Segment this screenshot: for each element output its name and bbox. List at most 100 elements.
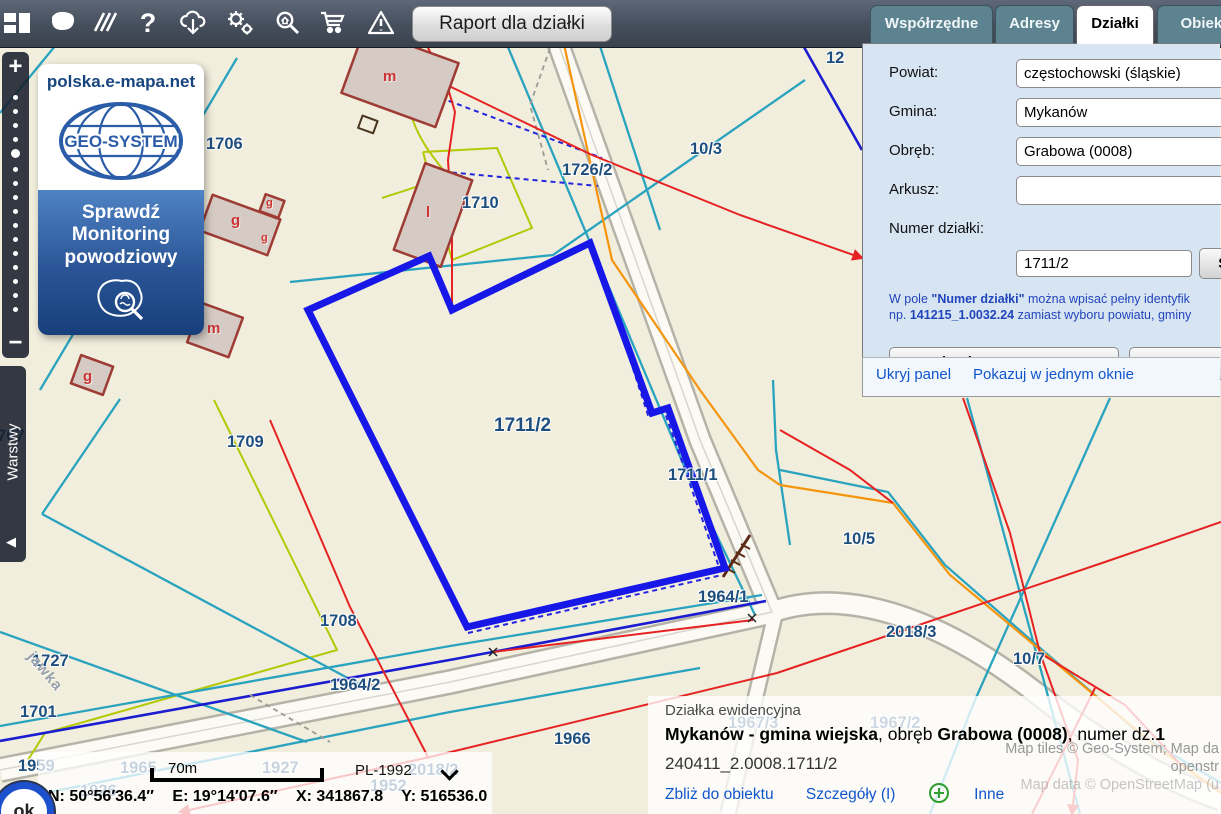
layers-panel-tab[interactable]: Warstwy ◀ <box>0 366 26 562</box>
promo-line-2: Monitoring <box>42 224 200 246</box>
coord-y: Y: 516536.0 <box>401 788 487 805</box>
szukaj-button[interactable]: Szukaj <box>1199 248 1221 279</box>
parcel-id: 240411_2.0008.1711/2 <box>665 754 837 774</box>
promo-line-3: powodziowy <box>42 247 200 269</box>
zoom-level-dot[interactable] <box>13 167 18 172</box>
arkusz-select[interactable] <box>1016 176 1221 205</box>
hide-panel-link[interactable]: Ukryj panel <box>876 366 951 383</box>
poland-magnifier-icon <box>92 277 150 323</box>
coord-x: X: 341867.8 <box>296 788 383 805</box>
obreb-label: Obręb: <box>889 142 935 159</box>
zoom-level-dot[interactable] <box>13 265 18 270</box>
parcel-label-1711/1: 1711/1 <box>668 466 718 485</box>
zoom-level-dot[interactable] <box>13 251 18 256</box>
building-letter-m: m <box>383 68 396 85</box>
zoom-level-dot[interactable] <box>13 195 18 200</box>
search-panel: Współrzędne Adresy Działki Obiekty Powia… <box>862 5 1221 395</box>
cart-icon[interactable] <box>318 8 348 38</box>
zoom-level-dot[interactable] <box>13 181 18 186</box>
parcel-label-1964/1: 1964/1 <box>698 588 748 607</box>
site-name: polska.e-mapa.net <box>38 64 204 94</box>
crs-selector[interactable]: PL-1992 <box>355 762 412 779</box>
parcel-label-1710: 1710 <box>462 194 499 213</box>
flood-monitoring-promo[interactable]: Sprawdź Monitoring powodziowy <box>38 190 204 335</box>
zoom-control: + − <box>2 52 29 358</box>
zoom-slider[interactable] <box>2 86 29 312</box>
building-letter-g: g <box>266 197 273 209</box>
logo-card[interactable]: polska.e-mapa.net GEO-SYSTEM Sprawdź Mon… <box>38 64 204 335</box>
zoom-out-button[interactable]: − <box>2 330 29 356</box>
promo-line-1: Sprawdź <box>42 202 200 224</box>
scale-bar <box>150 768 324 782</box>
details-link[interactable]: Szczegóły (I) <box>806 786 896 803</box>
gmina-select[interactable]: Mykanów <box>1016 98 1221 127</box>
cloud-download-icon[interactable] <box>178 8 208 38</box>
parcel-label-1701: 1701 <box>20 703 57 722</box>
building-letter-g: g <box>231 212 240 229</box>
warning-icon[interactable] <box>366 8 396 38</box>
coord-n: N: 50°56′36.4″ <box>48 788 154 805</box>
arkusz-label: Arkusz: <box>889 181 939 198</box>
building-letter-m: m <box>207 320 220 337</box>
obreb-select[interactable]: Grabowa (0008) <box>1016 137 1221 166</box>
tab-adresy[interactable]: Adresy <box>995 5 1074 44</box>
building-letter-g: g <box>83 368 92 385</box>
collapse-arrow-icon: ◀ <box>6 534 16 550</box>
building-l <box>394 163 472 267</box>
zoom-in-button[interactable]: + <box>2 54 29 80</box>
geoportal-app: 12170617101726/210/31711/21711/117071709… <box>0 0 1221 814</box>
polygon-icon[interactable] <box>48 8 78 38</box>
svg-text:GEO-SYSTEM: GEO-SYSTEM <box>64 132 177 151</box>
powiat-select[interactable]: częstochowski (śląskie) <box>1016 59 1221 88</box>
parcel-label-1964/2: 1964/2 <box>330 676 380 695</box>
layers-label: Warstwy <box>5 424 22 481</box>
zoom-level-dot[interactable] <box>13 307 18 312</box>
map-attribution: Map tiles © Geo-System; Map da openstr M… <box>889 740 1219 794</box>
measure-lines-icon[interactable] <box>91 8 121 38</box>
tab-obiekty[interactable]: Obiekty <box>1157 5 1221 44</box>
numer-dzialki-input[interactable] <box>1016 250 1192 277</box>
zoom-level-current[interactable] <box>11 149 20 158</box>
parcel-info-panel: Działka ewidencyjna Mykanów - gmina wiej… <box>648 696 1221 814</box>
parcel-label-10/7: 10/7 <box>1013 650 1045 669</box>
tab-dzialki[interactable]: Działki <box>1076 5 1154 44</box>
search-location-icon[interactable] <box>272 8 302 38</box>
tab-wspolrzedne[interactable]: Współrzędne <box>870 5 993 44</box>
parcel-label-10/5: 10/5 <box>843 530 875 549</box>
zoom-to-object-link[interactable]: Zbliż do obiektu <box>665 786 774 803</box>
layout-icon[interactable] <box>2 8 32 38</box>
zoom-level-dot[interactable] <box>13 223 18 228</box>
parcel-label-12: 12 <box>826 49 844 68</box>
zoom-level-dot[interactable] <box>13 95 18 100</box>
building-letter-g: g <box>261 232 268 244</box>
zoom-level-dot[interactable] <box>13 237 18 242</box>
parcel-label-10/3: 10/3 <box>690 140 722 159</box>
info-title: Działka ewidencyjna <box>665 702 801 719</box>
panel-footer: Ukryj panel Pokazuj w jednym oknie <box>862 357 1220 397</box>
zoom-level-dot[interactable] <box>13 137 18 142</box>
parcel-label-2018/3: 2018/3 <box>886 623 936 642</box>
zoom-level-dot[interactable] <box>13 109 18 114</box>
settings-gears-icon[interactable] <box>225 8 255 38</box>
gmina-label: Gmina: <box>889 103 937 120</box>
parcel-label-1708: 1708 <box>320 612 357 631</box>
geo-system-logo: GEO-SYSTEM <box>51 96 191 186</box>
parcel-label-1709: 1709 <box>227 433 264 452</box>
report-parcel-button[interactable]: Raport dla działki <box>412 6 612 42</box>
help-icon[interactable]: ? <box>133 8 163 38</box>
zoom-level-dot[interactable] <box>13 279 18 284</box>
numer-dzialki-label: Numer działki: <box>889 220 984 237</box>
parcel-label-1706: 1706 <box>206 135 243 154</box>
building-letter-l: l <box>426 204 430 221</box>
parcel-search-form: Powiat: częstochowski (śląskie) Gmina: M… <box>862 43 1220 359</box>
zoom-level-dot[interactable] <box>13 209 18 214</box>
parcel-label-1966: 1966 <box>554 730 591 749</box>
small-structure <box>358 116 377 134</box>
parcel-label-1711/2: 1711/2 <box>494 415 551 437</box>
powiat-label: Powiat: <box>889 64 938 81</box>
zoom-level-dot[interactable] <box>13 123 18 128</box>
numer-hint-text: W pole "Numer działki" można wpisać pełn… <box>889 291 1221 324</box>
coordinates-readout: N: 50°56′36.4″ E: 19°14′07.6″ X: 341867.… <box>48 788 501 806</box>
single-window-link[interactable]: Pokazuj w jednym oknie <box>973 366 1134 383</box>
zoom-level-dot[interactable] <box>13 293 18 298</box>
